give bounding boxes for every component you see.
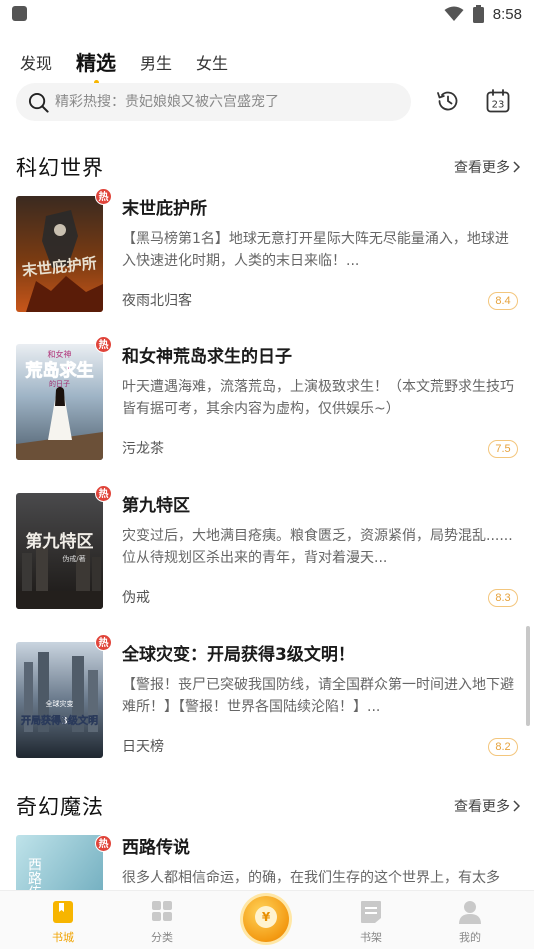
hot-badge: 热 (95, 188, 112, 205)
coin-icon: ¥ (255, 906, 277, 928)
nav-label: 书城 (52, 931, 74, 944)
cover-title: 开局获得3级文明 (21, 714, 98, 727)
book-description: 叶天遭遇海难，流落荒岛，上演极致求生！（本文荒野求生技巧皆有据可考，其余内容为虚… (122, 379, 514, 417)
book-author: 日天榜 (122, 739, 164, 755)
book-item[interactable]: 末世庇护所 热 末世庇护所 【黑马榜第1名】地球无意打开星际大阵无尽能量涌入，地… (16, 188, 520, 314)
nav-category[interactable]: 分类 (122, 891, 202, 949)
book-description: 【黑马榜第1名】地球无意打开星际大阵无尽能量涌入，地球进入快速进化时期，人类的末… (122, 231, 509, 269)
book-item[interactable]: 第九特区 伪戒/著 热 第九特区 灾变过后，大地满目疮痍。粮食匮乏，资源紧俏，局… (16, 485, 520, 611)
battery-icon (472, 5, 484, 23)
search-icon (28, 92, 49, 113)
hot-badge: 热 (95, 485, 112, 502)
book-item[interactable]: 和女神 荒岛求生 的日子 热 和女神荒岛求生的日子 叶天遭遇海难，流落荒岛，上演… (16, 336, 520, 462)
book-cover: 和女神 荒岛求生 的日子 (16, 344, 103, 460)
search-bar[interactable] (16, 83, 411, 121)
book-title: 和女神荒岛求生的日子 (122, 347, 292, 367)
book-author: 污龙茶 (122, 441, 164, 457)
see-more-label: 查看更多 (454, 799, 510, 815)
book-description: 灾变过后，大地满目疮痍。粮食匮乏，资源紧俏，局势混乱...... 位从待规划区杀… (122, 528, 513, 566)
cover-title: 荒岛求生 (25, 360, 94, 381)
book-cover: 西路传 (16, 835, 103, 890)
book-item[interactable]: 全球灾变 开局获得3级文明 热 全球灾变：开局获得3级文明！ 【警报！丧尸已突破… (16, 634, 520, 760)
book-description: 很多人都相信命运，的确，在我们生存的这个世界上，有太多 (122, 870, 500, 886)
calendar-checkin-icon[interactable]: 23 (485, 88, 511, 114)
book-cover: 全球灾变 开局获得3级文明 (16, 642, 103, 758)
wifi-icon (444, 6, 464, 21)
hot-badge: 热 (95, 336, 112, 353)
cover-title: 西路传 (26, 857, 42, 890)
calendar-day: 23 (492, 100, 505, 111)
tab-female[interactable]: 女生 (196, 50, 228, 80)
book-score-badge: 7.5 (488, 440, 518, 458)
tab-label: 精选 (76, 51, 117, 75)
tab-male[interactable]: 男生 (140, 50, 172, 80)
section-title: 奇幻魔法 (16, 795, 104, 819)
cover-subtitle: 全球灾变 (46, 699, 74, 708)
chevron-right-icon (513, 800, 520, 812)
see-more-link[interactable]: 查看更多 (454, 796, 520, 816)
section-header-fantasy: 奇幻魔法 查看更多 (16, 791, 520, 821)
book-cover: 第九特区 伪戒/著 (16, 493, 103, 609)
tab-featured[interactable]: 精选 (76, 47, 117, 85)
book-author: 伪戒 (122, 590, 150, 606)
nav-label: 分类 (151, 931, 173, 944)
see-more-link[interactable]: 查看更多 (454, 157, 520, 177)
category-tabs: 发现 精选 男生 女生 (20, 40, 252, 85)
app-notification-icon (12, 6, 27, 21)
bookshelf-icon (361, 901, 381, 923)
cover-subtitle: 和女神 (48, 349, 72, 359)
tab-label: 发现 (20, 54, 53, 73)
tab-label: 男生 (140, 54, 173, 73)
book-title: 第九特区 (122, 496, 190, 516)
nav-bookshelf[interactable]: 书架 (331, 891, 411, 949)
book-title: 末世庇护所 (122, 199, 207, 219)
bookstore-icon (53, 901, 73, 923)
section-title: 科幻世界 (16, 156, 104, 180)
nav-profile[interactable]: 我的 (430, 891, 510, 949)
cover-subtitle: 伪戒/著 (62, 554, 85, 563)
book-description: 【警报！丧尸已突破我国防线，请全国群众第一时间进入地下避难所！】【警报！世界各国… (122, 677, 514, 715)
book-title: 全球灾变：开局获得3级文明！ (122, 645, 355, 665)
category-grid-icon (152, 901, 172, 921)
chevron-right-icon (513, 161, 520, 173)
nav-label: 我的 (459, 931, 481, 944)
cover-subtitle: 的日子 (49, 379, 70, 388)
status-indicators: 8:58 (444, 2, 522, 26)
cover-title: 第九特区 (26, 531, 94, 552)
book-score-badge: 8.4 (488, 292, 518, 310)
nav-label: 书架 (360, 931, 382, 944)
nav-bookstore[interactable]: 书城 (23, 891, 103, 949)
hot-badge: 热 (95, 835, 112, 852)
history-icon[interactable] (435, 88, 461, 114)
book-score-badge: 8.2 (488, 738, 518, 756)
book-score-badge: 8.3 (488, 589, 518, 607)
book-title: 西路传说 (122, 838, 190, 858)
tab-discover[interactable]: 发现 (20, 50, 52, 80)
status-time: 8:58 (492, 5, 522, 23)
book-author: 夜雨北归客 (122, 293, 192, 309)
user-icon (459, 901, 481, 924)
hot-badge: 热 (95, 634, 112, 651)
section-header-scifi: 科幻世界 查看更多 (16, 152, 520, 182)
book-item[interactable]: 西路传 热 西路传说 很多人都相信命运，的确，在我们生存的这个世界上，有太多 (16, 835, 520, 890)
see-more-label: 查看更多 (454, 160, 510, 176)
search-input[interactable] (55, 94, 385, 110)
book-cover: 末世庇护所 (16, 196, 103, 312)
scrollbar[interactable] (526, 626, 530, 726)
tab-label: 女生 (196, 54, 229, 73)
status-bar: 8:58 (0, 0, 534, 30)
reward-coin-button[interactable]: ¥ (243, 896, 289, 942)
